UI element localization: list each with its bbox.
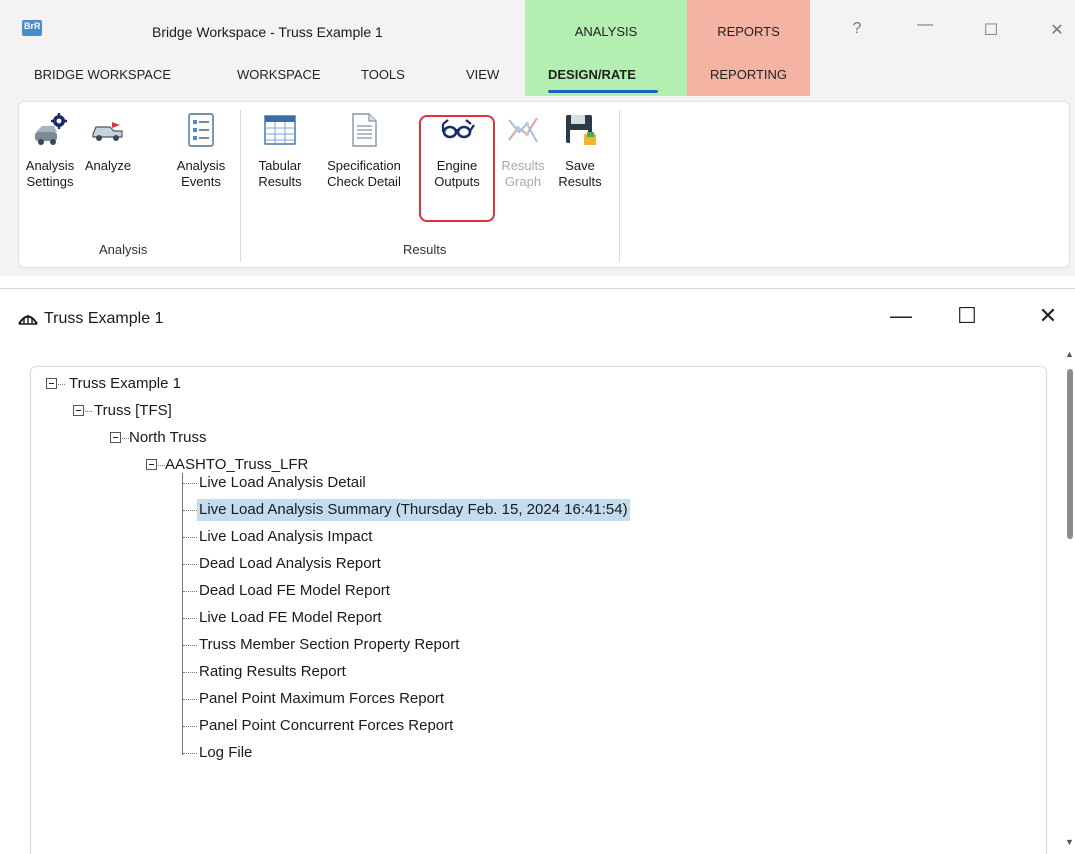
ribbon-separator <box>619 110 620 262</box>
analysis-events-label-1: Analysis <box>176 158 226 173</box>
tree-connector <box>158 465 165 466</box>
tree-leaf-report[interactable]: Truss Member Section Property Report <box>199 634 459 656</box>
graph-icon <box>508 117 538 143</box>
app-window: ANALYSIS REPORTS BrR Bridge Workspace - … <box>0 0 1075 276</box>
tree-connector <box>183 483 197 484</box>
document-icon <box>352 113 377 147</box>
tree-leaf-report[interactable]: Rating Results Report <box>199 661 346 683</box>
tree-connector <box>183 564 197 565</box>
expander-collapse-icon[interactable] <box>73 405 84 416</box>
tree-node-project[interactable]: Truss Example 1 <box>69 373 181 395</box>
tree-connector <box>183 645 197 646</box>
spec-check-label-2: Check Detail <box>327 174 401 189</box>
analyze-truck-icon <box>92 122 123 141</box>
tab-tools[interactable]: TOOLS <box>361 67 405 82</box>
app-logo-text: BrR <box>24 21 41 31</box>
tree-leaf-report[interactable]: Dead Load FE Model Report <box>199 580 390 602</box>
tree-leaf-log-file[interactable]: Log File <box>199 742 252 764</box>
tree-window-title: Truss Example 1 <box>44 310 164 327</box>
analysis-settings-icon <box>35 113 67 145</box>
tab-design-rate[interactable]: DESIGN/RATE <box>548 67 636 82</box>
help-button[interactable]: ? <box>842 20 872 38</box>
tab-view[interactable]: VIEW <box>466 67 499 82</box>
scroll-down-arrow-icon[interactable]: ▼ <box>1065 837 1074 847</box>
minimize-button[interactable]: — <box>910 16 940 34</box>
tree-leaf-report[interactable]: Panel Point Concurrent Forces Report <box>199 715 453 737</box>
results-graph-label-2: Graph <box>504 174 542 189</box>
tree-leaf-report[interactable]: Live Load FE Model Report <box>199 607 382 629</box>
tree-leaf-report[interactable]: Dead Load Analysis Report <box>199 553 381 575</box>
tree-close-button[interactable]: ✕ <box>1033 303 1063 329</box>
tree-view: Truss Example 1 Truss [TFS] North Truss … <box>30 366 1047 854</box>
scroll-up-arrow-icon[interactable]: ▲ <box>1065 349 1074 359</box>
tree-connector <box>183 618 197 619</box>
tree-window: Truss Example 1 — ☐ ✕ ▲ ▼ Truss Example … <box>0 288 1075 854</box>
tree-leaf-report-selected[interactable]: Live Load Analysis Summary (Thursday Feb… <box>197 499 630 521</box>
save-results-label-1: Save <box>565 158 595 173</box>
tree-connector <box>183 591 197 592</box>
tab-reporting[interactable]: REPORTING <box>710 67 787 82</box>
tree-leaf-report[interactable]: Live Load Analysis Impact <box>199 526 372 548</box>
tree-connector <box>183 672 197 673</box>
bridge-arch-icon <box>18 315 38 325</box>
expander-collapse-icon[interactable] <box>46 378 57 389</box>
ribbon-separator <box>240 110 241 262</box>
maximize-button[interactable]: ☐ <box>976 20 1006 40</box>
tree-connector <box>182 473 183 755</box>
tree-connector <box>122 438 129 439</box>
results-graph-label-1: Results <box>501 158 545 173</box>
tree-connector <box>183 753 197 754</box>
results-group-label: Results <box>403 242 447 257</box>
spec-check-label-1: Specification <box>327 158 401 173</box>
tree-leaf-report[interactable]: Live Load Analysis Detail <box>199 472 366 494</box>
tabular-results-label-1: Tabular <box>258 158 302 173</box>
tabular-results-label-2: Results <box>258 174 302 189</box>
expander-collapse-icon[interactable] <box>110 432 121 443</box>
tree-connector <box>183 726 197 727</box>
analysis-settings-label-2: Settings <box>26 174 74 189</box>
analysis-events-icon <box>188 113 214 147</box>
title-bar: BrR Bridge Workspace - Truss Example 1 ?… <box>0 0 1075 64</box>
tree-node-truss[interactable]: Truss [TFS] <box>94 400 172 422</box>
app-title: Bridge Workspace - Truss Example 1 <box>152 24 383 40</box>
tab-workspace[interactable]: WORKSPACE <box>237 67 321 82</box>
tab-bridge-workspace[interactable]: BRIDGE WORKSPACE <box>34 67 171 82</box>
tree-connector <box>183 699 197 700</box>
tree-connector <box>183 510 197 511</box>
save-results-label-2: Results <box>558 174 602 189</box>
tree-connector <box>58 384 65 385</box>
active-tab-indicator <box>548 90 658 93</box>
analysis-settings-label-1: Analysis <box>25 158 75 173</box>
save-disk-icon <box>566 115 596 145</box>
engine-outputs-highlight-box <box>419 115 495 222</box>
analyze-label: Analyze <box>84 158 132 173</box>
scrollbar-thumb[interactable] <box>1067 369 1073 539</box>
ribbon-panel: Analysis Settings Analyze Analysis Events … <box>18 101 1070 268</box>
table-icon <box>264 115 296 145</box>
app-logo-icon: BrR <box>22 20 42 36</box>
tree-connector <box>85 411 92 412</box>
analysis-group-label: Analysis <box>99 242 148 257</box>
analysis-events-label-2: Events <box>181 174 221 189</box>
close-button[interactable]: ✕ <box>1042 20 1072 40</box>
tree-connector <box>183 537 197 538</box>
expander-collapse-icon[interactable] <box>146 459 157 470</box>
tree-maximize-button[interactable]: ☐ <box>952 303 982 329</box>
tree-node-member[interactable]: North Truss <box>129 427 207 449</box>
tree-leaf-report[interactable]: Panel Point Maximum Forces Report <box>199 688 444 710</box>
tree-minimize-button[interactable]: — <box>886 303 916 329</box>
